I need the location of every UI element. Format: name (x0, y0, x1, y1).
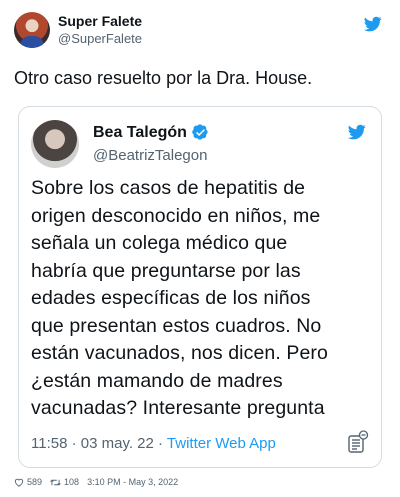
text-line: edades específicas de los niños (31, 287, 311, 309)
quoted-tweet-text: Sobre los casos de hepatitis de origen d… (31, 175, 377, 423)
like-count: 589 (27, 477, 43, 487)
text-line: habría que preguntarse por las (31, 259, 301, 282)
quoted-timestamp[interactable]: 11:58 · 03 may. 22 · (31, 435, 167, 452)
outer-tweet-header: Super Falete @SuperFalete (14, 12, 386, 52)
tweet-footer: 589 108 3:10 PM - May 3, 2022 (14, 477, 178, 487)
text-line: que presentan estos cuadros. No (31, 314, 322, 337)
quoted-avatar[interactable] (31, 120, 79, 168)
verified-badge-icon (192, 124, 208, 140)
text-line: vacunadas? Interesante pregunta (31, 397, 325, 419)
text-line: ¿están mamando de madres (31, 369, 283, 392)
tweet-datetime[interactable]: 3:10 PM - May 3, 2022 (87, 477, 178, 487)
text-line: señala un colega médico que (31, 232, 288, 254)
quoted-author-name[interactable]: Bea Talegón (93, 124, 187, 142)
author-handle[interactable]: @SuperFalete (58, 31, 142, 46)
avatar[interactable] (14, 12, 50, 48)
quoted-author-handle[interactable]: @BeatrizTalegon (93, 147, 207, 164)
twitter-bird-icon[interactable] (364, 15, 382, 33)
source-app-link[interactable]: Twitter Web App (167, 435, 276, 452)
heart-icon[interactable] (14, 478, 24, 487)
quoted-tweet-card[interactable]: Bea Talegón @BeatrizTalegon Sobre los ca… (18, 106, 382, 468)
text-line: origen desconocido en niños, me (31, 204, 321, 227)
info-icon[interactable] (347, 430, 369, 454)
tweet-text: Otro caso resuelto por la Dra. House. (14, 68, 313, 88)
quoted-timestamp-line: 11:58 · 03 may. 22 · Twitter Web App (31, 435, 276, 452)
author-name[interactable]: Super Falete (58, 13, 142, 29)
retweet-icon[interactable] (50, 478, 61, 487)
text-line: Sobre los casos de hepatitis de (31, 177, 306, 199)
text-line: están vacunados, nos dicen. Pero (31, 342, 328, 364)
twitter-logo-icon[interactable] (347, 123, 367, 141)
retweet-count: 108 (64, 477, 80, 487)
